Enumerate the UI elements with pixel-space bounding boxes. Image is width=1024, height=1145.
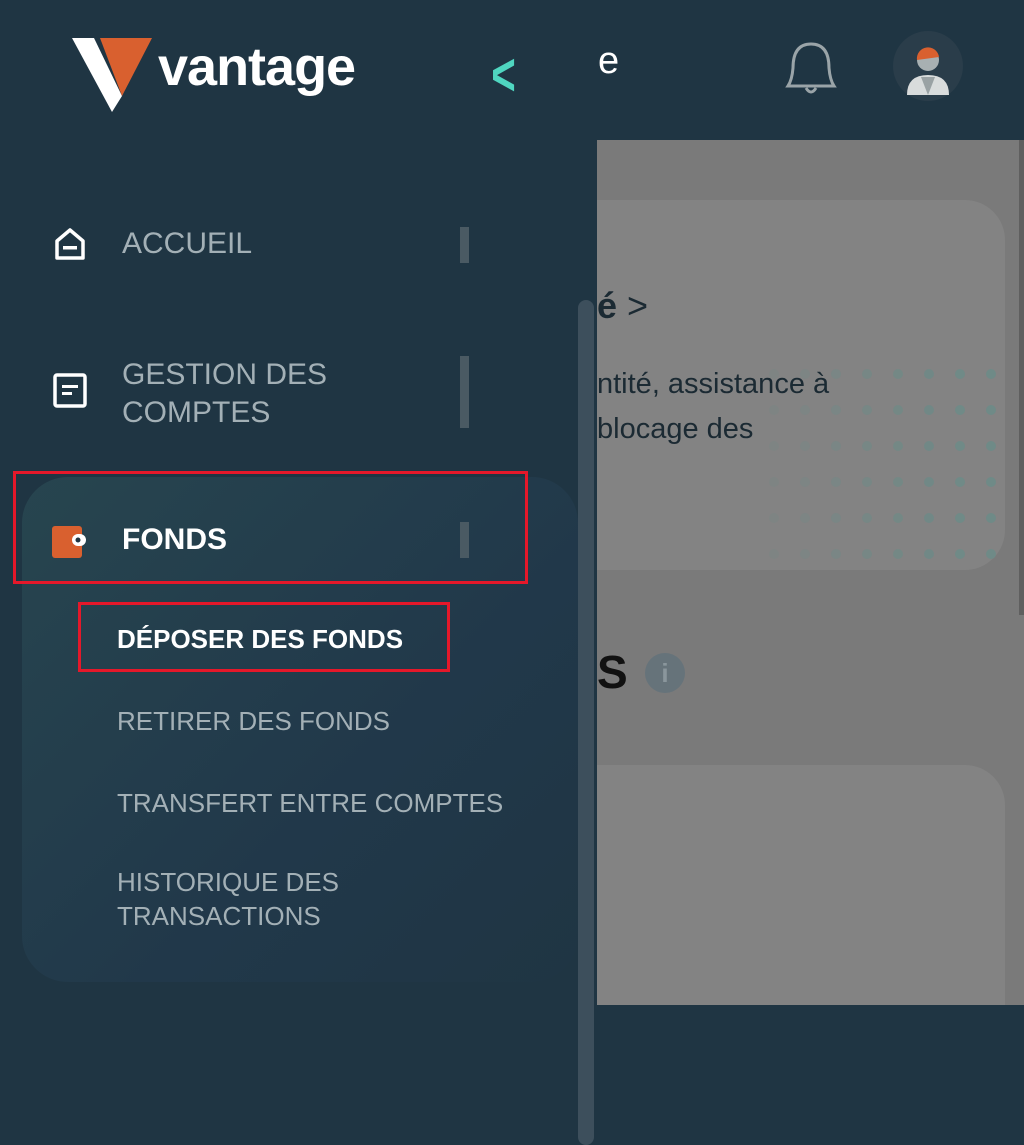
pattern-dot: [862, 549, 872, 559]
bell-icon[interactable]: [780, 38, 842, 98]
chevron-right-icon: >: [627, 285, 649, 326]
user-avatar-icon[interactable]: [893, 31, 963, 101]
pattern-dot: [800, 549, 810, 559]
pattern-dot: [893, 549, 903, 559]
brand-name: vantage: [158, 37, 356, 97]
expand-handle: [460, 227, 469, 263]
pattern-dot: [955, 549, 965, 559]
vantage-logo-icon: [72, 38, 152, 112]
sidebar-item-label: ACCUEIL: [122, 227, 253, 260]
card-title[interactable]: é >: [597, 285, 648, 327]
pattern-dot: [800, 477, 810, 487]
submenu-item-transfert-entre-comptes[interactable]: TRANSFERT ENTRE COMPTES: [117, 788, 503, 819]
expand-handle: [460, 356, 469, 428]
submenu-item-retirer-des-fonds[interactable]: RETIRER DES FONDS: [117, 706, 390, 737]
pattern-dot: [955, 513, 965, 523]
pattern-dot: [955, 477, 965, 487]
pattern-dot: [831, 513, 841, 523]
page-title: e: [598, 40, 620, 82]
pattern-dot: [862, 477, 872, 487]
submenu-item-historique-des-transactions[interactable]: HISTORIQUE DES TRANSACTIONS: [117, 865, 377, 933]
sidebar-item-label: GESTION DES COMPTES: [122, 358, 328, 429]
accounts-card: [597, 765, 1005, 1005]
highlight-box-deposer: [78, 602, 450, 672]
pattern-dot: [986, 549, 996, 559]
content-scrollbar[interactable]: [1019, 140, 1024, 615]
card-description: ntité, assistance à blocage des: [597, 368, 830, 445]
sidebar-scrollbar[interactable]: [578, 300, 594, 1145]
main-content-overlay[interactable]: é > ntité, assistance à blocage des s i: [597, 140, 1024, 1005]
section-title: s: [597, 646, 628, 698]
pattern-dot: [924, 477, 934, 487]
top-bar: vantage < e: [0, 0, 1024, 140]
pattern-dot: [986, 477, 996, 487]
document-icon: [53, 373, 87, 408]
pattern-dot: [893, 477, 903, 487]
home-icon: [55, 228, 85, 260]
pattern-dot: [831, 477, 841, 487]
info-icon[interactable]: i: [645, 653, 685, 693]
pattern-dot: [800, 513, 810, 523]
highlight-box-fonds: [13, 471, 528, 584]
sidebar: ACCUEIL GESTION DES COMPTES FONDS DÉPOSE…: [0, 140, 597, 1145]
pattern-dot: [924, 513, 934, 523]
pattern-dot: [924, 549, 934, 559]
pattern-dot: [862, 513, 872, 523]
pattern-dot: [769, 477, 779, 487]
pattern-dot: [769, 513, 779, 523]
sidebar-item-gestion-des-comptes[interactable]: GESTION DES COMPTES: [0, 350, 560, 430]
pattern-dot: [986, 513, 996, 523]
pattern-dot: [893, 513, 903, 523]
chevron-left-icon[interactable]: <: [491, 40, 516, 109]
pattern-dot: [769, 549, 779, 559]
pattern-dot: [831, 549, 841, 559]
sidebar-item-accueil[interactable]: ACCUEIL: [0, 215, 560, 275]
